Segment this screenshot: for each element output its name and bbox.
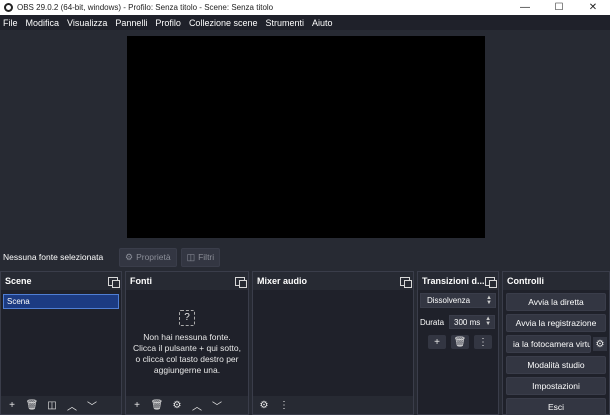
minimize-button[interactable]: —	[508, 0, 542, 15]
window-title: OBS 29.0.2 (64-bit, windows) - Profilo: …	[17, 3, 274, 12]
trash-icon[interactable]: 🗑	[148, 398, 166, 412]
filter-icon: ◫	[186, 251, 196, 262]
more-vertical-icon[interactable]: ⋮	[474, 335, 492, 349]
chevron-down-icon[interactable]: ﹀	[208, 398, 226, 413]
duration-value: 300 ms	[454, 317, 481, 327]
menu-modifica[interactable]: Modifica	[23, 18, 65, 28]
undock-icon[interactable]	[108, 276, 120, 288]
more-vertical-icon[interactable]: ⋮	[275, 398, 293, 412]
gear-icon[interactable]: ⚙	[593, 337, 607, 351]
controls-dock-title: Controlli	[507, 276, 544, 286]
start-streaming-button[interactable]: Avvia la diretta	[506, 293, 606, 311]
properties-label: Proprietà	[136, 252, 171, 262]
menu-pannelli[interactable]: Pannelli	[112, 18, 152, 28]
trash-icon[interactable]: 🗑	[451, 335, 469, 349]
undock-icon[interactable]	[235, 276, 247, 288]
controls-dock: Controlli Avvia la diretta Avvia la regi…	[502, 271, 610, 415]
menu-bar: File Modifica Visualizza Pannelli Profil…	[0, 15, 610, 30]
transitions-dock: Transizioni d... Dissolvenza ▲ ▼ Durata 3…	[417, 271, 499, 415]
studio-mode-button[interactable]: Modalità studio	[506, 356, 606, 374]
empty-line: aggiungerne una.	[153, 365, 221, 375]
add-icon[interactable]: +	[428, 335, 446, 349]
properties-button[interactable]: ⚙ Proprietà	[119, 247, 177, 267]
scenes-list: Scena	[1, 290, 121, 396]
menu-aiuto[interactable]: Aiuto	[309, 18, 338, 28]
transitions-dock-title: Transizioni d...	[422, 276, 485, 286]
sources-list[interactable]: ? Non hai nessuna fonte. Clicca il pulsa…	[126, 290, 248, 396]
no-source-label: Nessuna fonte selezionata	[3, 252, 104, 262]
undock-icon[interactable]	[485, 276, 497, 288]
mixer-dock-header: Mixer audio	[253, 272, 413, 290]
close-button[interactable]: ✕	[576, 0, 610, 15]
transition-select[interactable]: Dissolvenza ▲ ▼	[420, 293, 496, 308]
maximize-button[interactable]: ☐	[542, 0, 576, 15]
sources-dock-title: Fonti	[130, 276, 152, 286]
scenes-dock-title: Scene	[5, 276, 32, 286]
sources-dock-header: Fonti	[126, 272, 248, 290]
menu-strumenti[interactable]: Strumenti	[262, 18, 309, 28]
filter-icon[interactable]: ◫	[43, 398, 61, 412]
scenes-dock: Scene Scena + 🗑 ◫ ︿ ﹀	[0, 271, 122, 415]
chevron-down-icon[interactable]: ﹀	[83, 398, 101, 413]
mixer-dock-title: Mixer audio	[257, 276, 308, 286]
filters-label: Filtri	[198, 252, 215, 262]
preview-canvas[interactable]	[127, 36, 485, 238]
empty-line: o clicca col tasto destro per	[135, 354, 239, 364]
scene-item[interactable]: Scena	[3, 294, 119, 309]
transition-buttons: + 🗑 ⋮	[428, 335, 497, 349]
spin-arrows-icon[interactable]: ▲ ▼	[485, 316, 491, 327]
scenes-dock-header: Scene	[1, 272, 121, 290]
start-recording-button[interactable]: Avvia la registrazione	[506, 314, 606, 332]
menu-visualizza[interactable]: Visualizza	[64, 18, 112, 28]
advanced-audio-gear-icon[interactable]: ⚙	[255, 398, 273, 412]
obs-logo-icon	[4, 3, 13, 12]
sources-toolbar: + 🗑 ⚙ ︿ ﹀	[126, 396, 248, 414]
empty-sources-message: ? Non hai nessuna fonte. Clicca il pulsa…	[126, 310, 248, 376]
gear-icon[interactable]: ⚙	[168, 398, 186, 412]
menu-file[interactable]: File	[0, 18, 23, 28]
sources-dock: Fonti ? Non hai nessuna fonte. Clicca il…	[125, 271, 249, 415]
filters-button[interactable]: ◫ Filtri	[180, 247, 221, 267]
transition-value: Dissolvenza	[427, 296, 471, 305]
gear-icon: ⚙	[125, 251, 134, 262]
chevron-up-icon[interactable]: ︿	[63, 398, 81, 413]
transitions-body: Dissolvenza ▲ ▼ Durata 300 ms ▲ ▼ + 🗑 ⋮	[418, 290, 498, 414]
duration-label: Durata	[420, 317, 445, 327]
mixer-toolbar: ⚙ ⋮	[253, 396, 413, 414]
trash-icon[interactable]: 🗑	[23, 398, 41, 412]
duration-row: Durata 300 ms ▲ ▼	[420, 315, 496, 329]
question-icon: ?	[179, 310, 195, 326]
add-icon[interactable]: +	[3, 398, 21, 412]
controls-dock-header: Controlli	[503, 272, 609, 290]
empty-line: Clicca il pulsante + qui sotto,	[133, 343, 241, 353]
controls-body: Avvia la diretta Avvia la registrazione …	[503, 290, 609, 415]
source-toolbar: Nessuna fonte selezionata ⚙ Proprietà ◫ …	[0, 246, 610, 268]
chevron-up-icon[interactable]: ︿	[188, 398, 206, 413]
transitions-dock-header: Transizioni d...	[418, 272, 498, 290]
mixer-area	[253, 290, 413, 396]
scenes-toolbar: + 🗑 ◫ ︿ ﹀	[1, 396, 121, 414]
exit-button[interactable]: Esci	[506, 398, 606, 415]
duration-spinbox[interactable]: 300 ms ▲ ▼	[449, 315, 496, 329]
menu-profilo[interactable]: Profilo	[152, 18, 186, 28]
title-bar: OBS 29.0.2 (64-bit, windows) - Profilo: …	[0, 0, 610, 15]
undock-icon[interactable]	[400, 276, 412, 288]
select-arrows-icon: ▲ ▼	[486, 294, 492, 306]
add-icon[interactable]: +	[128, 398, 146, 412]
virtual-camera-row: ia la fotocamera virtu ⚙	[503, 332, 609, 353]
empty-line: Non hai nessuna fonte.	[143, 332, 231, 342]
settings-button[interactable]: Impostazioni	[506, 377, 606, 395]
menu-collezione-scene[interactable]: Collezione scene	[186, 18, 263, 28]
start-virtual-camera-button[interactable]: ia la fotocamera virtu	[506, 335, 591, 353]
audio-mixer-dock: Mixer audio ⚙ ⋮	[252, 271, 414, 415]
